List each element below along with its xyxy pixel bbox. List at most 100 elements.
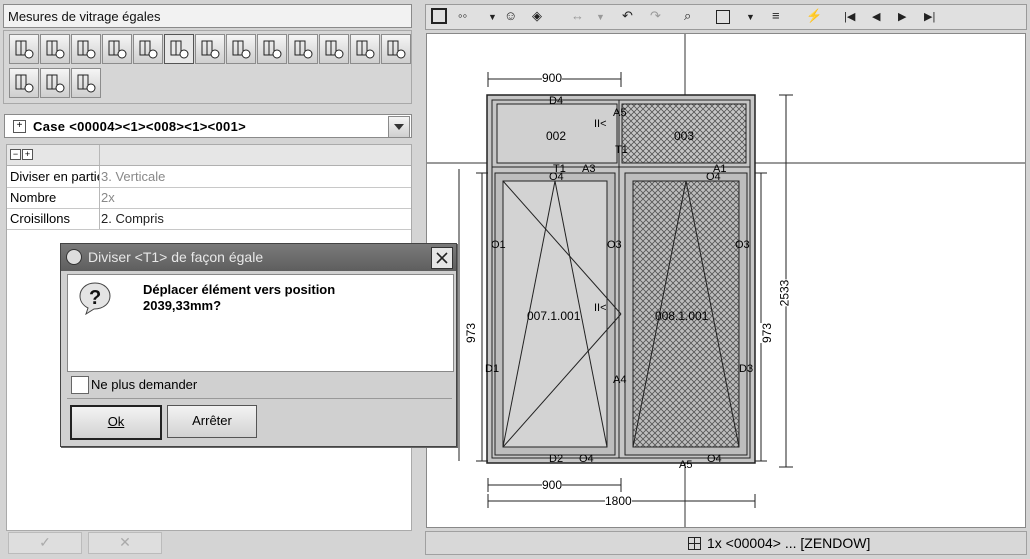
pane-label: 003 xyxy=(674,129,695,143)
dim-top: 900 xyxy=(542,71,563,85)
apply-button[interactable]: ✓ xyxy=(8,532,82,554)
measure-tool-button[interactable] xyxy=(288,34,318,64)
prev-icon[interactable]: ◀ xyxy=(872,10,880,23)
measure-tool-button[interactable] xyxy=(195,34,225,64)
frame-label: A5 xyxy=(679,459,693,471)
drawing-canvas[interactable]: 900 900 1800 2533 973 973 002 003 007.1.… xyxy=(426,33,1026,528)
property-row[interactable]: Nombre 2x xyxy=(7,187,411,209)
dim-right-total: 2533 xyxy=(777,279,792,307)
measure-tool-button[interactable] xyxy=(319,34,349,64)
dim-bottom-total: 1800 xyxy=(605,494,632,508)
glasses-icon[interactable]: ◦◦ xyxy=(458,8,467,23)
panel-title: Mesures de vitrage égales xyxy=(3,4,412,28)
dont-ask-checkbox[interactable] xyxy=(71,376,89,394)
frame-label: D3 xyxy=(739,363,754,375)
chevron-down-icon[interactable]: ▼ xyxy=(596,12,605,22)
view-icon[interactable] xyxy=(716,10,730,24)
dialog-titlebar[interactable]: Diviser <T1> de façon égale xyxy=(61,244,456,271)
combo-value: Case <00004><1><008><1><001> xyxy=(33,119,246,134)
message-line: 2039,33mm? xyxy=(143,298,222,313)
chevron-down-icon[interactable]: ▼ xyxy=(746,12,755,22)
dim-left-lower: 973 xyxy=(464,322,479,344)
frame-label: II< xyxy=(594,118,607,130)
remove-mullion-icon xyxy=(108,40,127,59)
add-mullion-icon xyxy=(46,40,65,59)
window-drawing xyxy=(427,34,1025,527)
last-icon[interactable]: ▶| xyxy=(924,10,935,23)
frame-label: D2 xyxy=(549,453,564,465)
app-icon xyxy=(66,249,82,265)
corner-icon xyxy=(77,40,96,59)
close-icon xyxy=(436,252,448,264)
measure-tool-button[interactable] xyxy=(40,34,70,64)
chevron-down-icon[interactable]: ▼ xyxy=(488,12,497,22)
sash-label: 008.1.001 xyxy=(655,309,709,323)
measure-icon[interactable]: ↔ xyxy=(571,8,584,23)
property-row[interactable]: Croisillons 2. Compris xyxy=(7,208,411,230)
expand-icon[interactable]: + xyxy=(13,120,26,133)
svg-text:?: ? xyxy=(89,287,101,309)
measure-tool-button[interactable] xyxy=(71,68,101,98)
close-button[interactable] xyxy=(431,247,453,269)
property-key: Croisillons xyxy=(10,211,70,226)
first-icon[interactable]: |◀ xyxy=(844,10,855,23)
measure-tool-button[interactable] xyxy=(164,34,194,64)
hand-measure-icon-2 xyxy=(170,40,189,59)
measure-tool-button[interactable] xyxy=(102,34,132,64)
frame-icon[interactable] xyxy=(431,8,447,24)
viewer-status-bar: 1x <00004> ... [ZENDOW] xyxy=(425,531,1027,555)
measure-tool-button[interactable] xyxy=(133,34,163,64)
layers-icon[interactable]: ◈ xyxy=(532,8,542,24)
hand-measure-icon-10 xyxy=(77,74,96,93)
zoom-icon[interactable]: ⌕ xyxy=(684,8,691,24)
undo-icon[interactable]: ↶ xyxy=(622,8,633,24)
grid-icon xyxy=(688,537,701,550)
person-icon[interactable]: ☺ xyxy=(504,8,517,23)
hand-measure-icon-3 xyxy=(201,40,220,59)
property-value[interactable]: 2. Compris xyxy=(101,211,164,226)
dialog-title: Diviser <T1> de façon égale xyxy=(88,249,264,265)
measure-tool-button[interactable] xyxy=(257,34,287,64)
measure-tool-button[interactable] xyxy=(9,34,39,64)
hand-measure-icon-1 xyxy=(139,40,158,59)
measure-tool-button[interactable] xyxy=(71,34,101,64)
measure-tool-button[interactable] xyxy=(40,68,70,98)
question-icon: ? xyxy=(79,282,111,315)
measure-tool-button[interactable] xyxy=(381,34,411,64)
property-value[interactable]: 3. Verticale xyxy=(101,169,165,184)
hand-measure-icon-7 xyxy=(325,40,344,59)
frame-label: D1 xyxy=(485,363,500,375)
measure-tool-button[interactable] xyxy=(226,34,256,64)
ok-button[interactable]: Ok xyxy=(70,405,162,440)
dropdown-button[interactable] xyxy=(388,116,410,138)
divide-dialog: Diviser <T1> de façon égale ? Déplacer é… xyxy=(60,243,457,447)
element-combo[interactable]: + Case <00004><1><008><1><001> xyxy=(4,114,412,138)
pane-label: 002 xyxy=(546,129,567,143)
expand-all-icon[interactable]: + xyxy=(22,149,33,160)
next-icon[interactable]: ▶ xyxy=(898,10,906,23)
measure-tool-button[interactable] xyxy=(350,34,380,64)
message-line: Déplacer élément vers position xyxy=(143,282,336,297)
hand-measure-icon-4 xyxy=(232,40,251,59)
measure-tool-button[interactable] xyxy=(9,68,39,98)
frame-label: O4 xyxy=(579,453,594,465)
hand-measure-icon-9 xyxy=(46,74,65,93)
property-key: Diviser en parties xyxy=(10,169,100,184)
chevron-down-icon xyxy=(394,124,404,130)
settings-icon[interactable]: ⚡ xyxy=(806,8,822,24)
align-icon[interactable]: ≡ xyxy=(772,8,780,23)
info-measure-icon xyxy=(356,40,375,59)
sash-label: 007.1.001 xyxy=(527,309,581,323)
property-value[interactable]: 2x xyxy=(101,190,115,205)
discard-button[interactable]: ✕ xyxy=(88,532,162,554)
collapse-all-icon[interactable]: − xyxy=(10,149,21,160)
redo-icon[interactable]: ↷ xyxy=(650,8,661,24)
frame-label: A5 xyxy=(613,107,627,119)
frame-label: O1 xyxy=(491,239,506,251)
stop-button[interactable]: Arrêter xyxy=(167,405,257,438)
property-row[interactable]: Diviser en parties 3. Verticale xyxy=(7,166,411,188)
hand-measure-icon-5 xyxy=(263,40,282,59)
property-key: Nombre xyxy=(10,190,57,205)
divide-sash-icon xyxy=(15,40,34,59)
stop-label: Arrêter xyxy=(192,413,232,428)
